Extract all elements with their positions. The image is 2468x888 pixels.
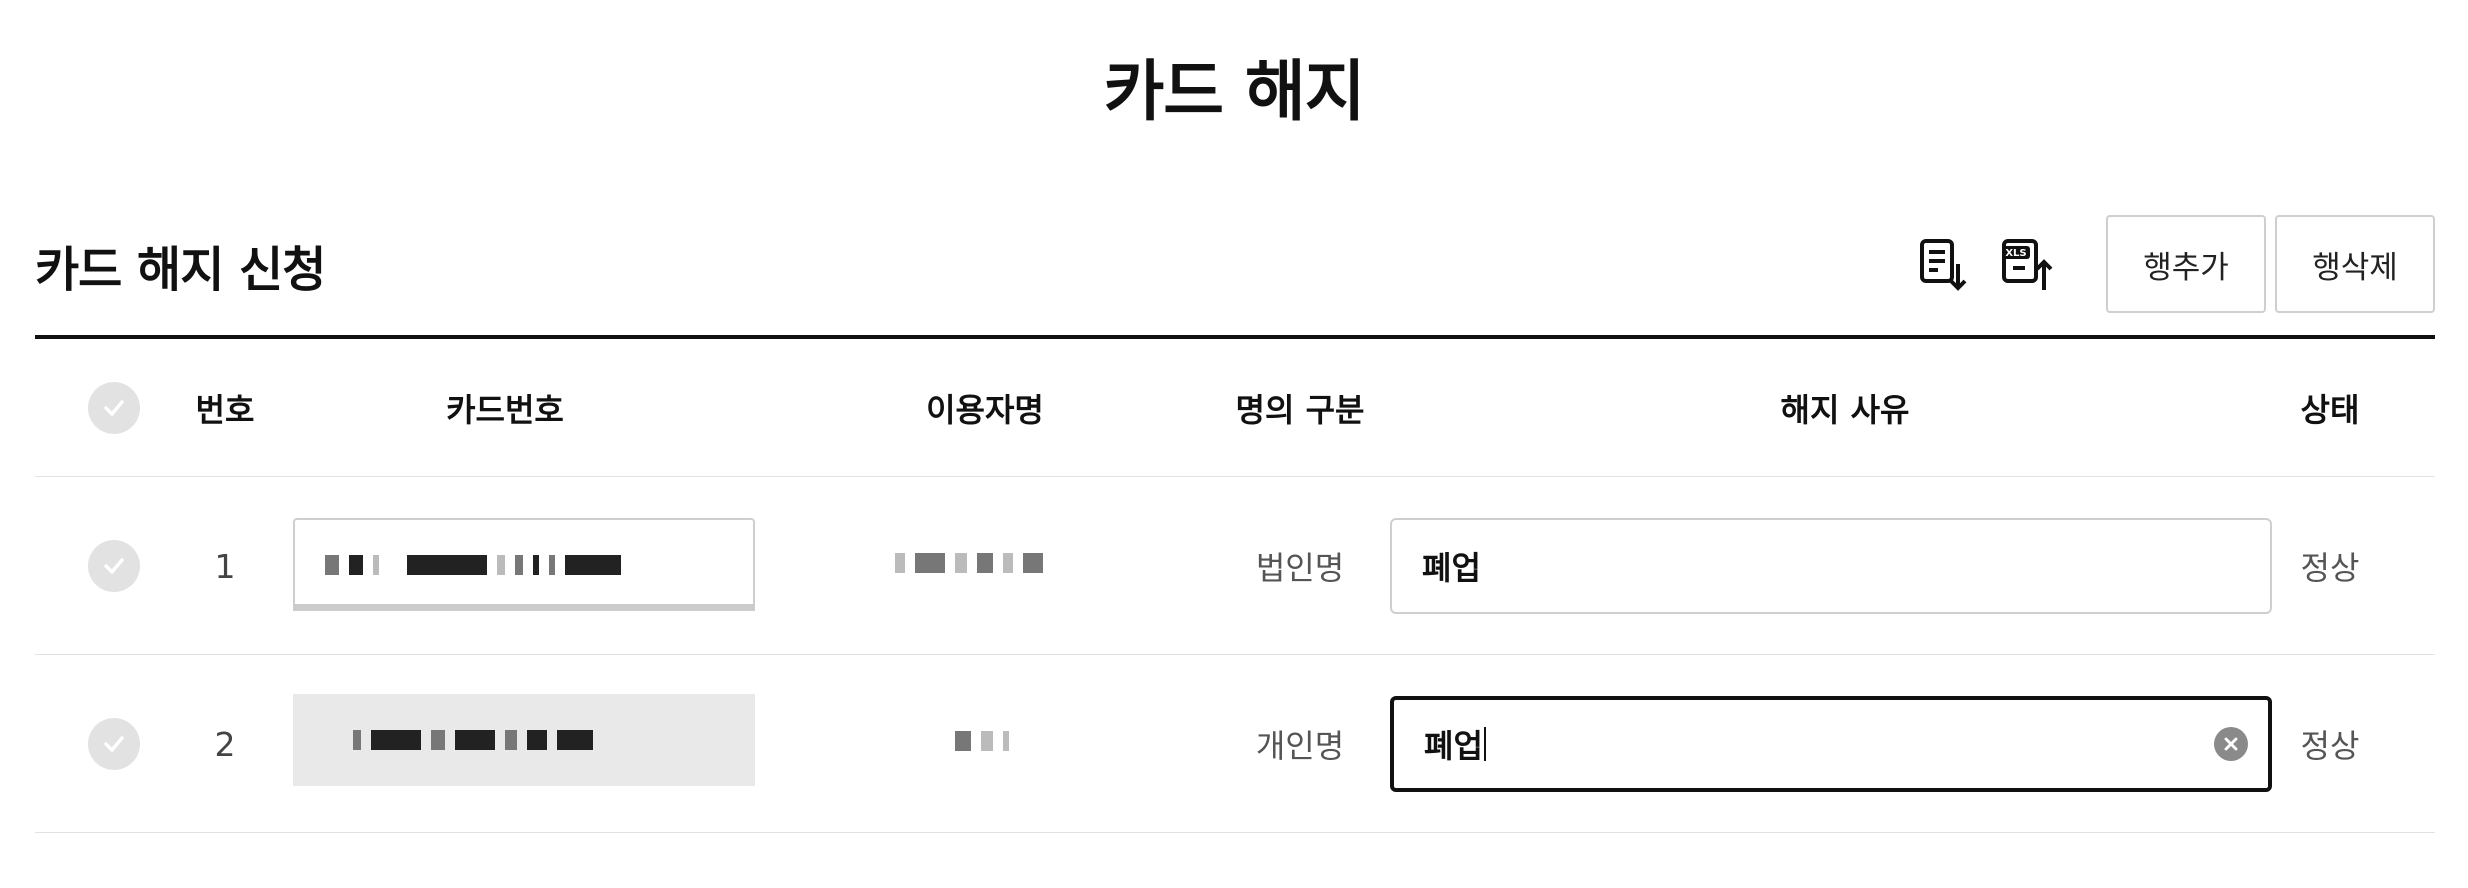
reason-input-active[interactable]: 폐업: [1390, 696, 2272, 792]
user-name-redacted: [955, 726, 1155, 756]
delete-row-button[interactable]: 행삭제: [2275, 215, 2435, 313]
row-number-cell: 2: [175, 656, 275, 832]
column-header-card-number: 카드번호: [446, 390, 564, 429]
column-header-user-name: 이용자명: [926, 390, 1044, 429]
check-icon: [104, 558, 124, 574]
row-select-cell: [87, 656, 141, 832]
select-all-cell: [87, 339, 141, 476]
status-text: 정상: [2300, 727, 2360, 765]
row-select-cell: [87, 478, 141, 654]
row-checkbox[interactable]: [88, 540, 140, 592]
column-header-reason: 해지 사유: [1780, 390, 1910, 429]
add-row-button[interactable]: 행추가: [2106, 215, 2266, 313]
table-toolbar: XLS 행추가 행삭제: [1912, 215, 2435, 313]
section-title: 카드 해지 신청: [35, 242, 326, 298]
check-icon: [104, 736, 124, 752]
row-number: 1: [214, 546, 236, 586]
download-list-icon[interactable]: [1912, 232, 1976, 296]
status-text: 정상: [2300, 549, 2360, 587]
row-checkbox[interactable]: [88, 718, 140, 770]
check-icon: [104, 399, 124, 416]
user-name-redacted: [895, 548, 1095, 578]
reason-value: 폐업: [1422, 549, 1481, 587]
reason-input[interactable]: 폐업: [1390, 518, 2272, 614]
table-row: 1 법인명 폐업 정상: [35, 478, 2435, 655]
xls-upload-icon[interactable]: XLS: [1996, 232, 2060, 296]
row-number-cell: 1: [175, 478, 275, 654]
reason-value: 폐업: [1424, 727, 1483, 765]
page-title: 카드 해지: [1103, 53, 1366, 130]
card-number-field[interactable]: [293, 518, 755, 610]
card-number-underline: [293, 604, 755, 611]
column-header-status: 상태: [2300, 390, 2360, 429]
row-number: 2: [214, 724, 236, 764]
xls-label: XLS: [2005, 248, 2026, 259]
table-row: 2 개인명 폐업 정상: [35, 656, 2435, 833]
clear-input-icon[interactable]: [2214, 727, 2248, 761]
select-all-checkbox[interactable]: [88, 381, 140, 434]
text-caret: [1483, 727, 1486, 761]
card-number-field[interactable]: [293, 694, 755, 786]
table-header: 번호 카드번호 이용자명 명의 구분 해지 사유 상태: [35, 339, 2435, 477]
